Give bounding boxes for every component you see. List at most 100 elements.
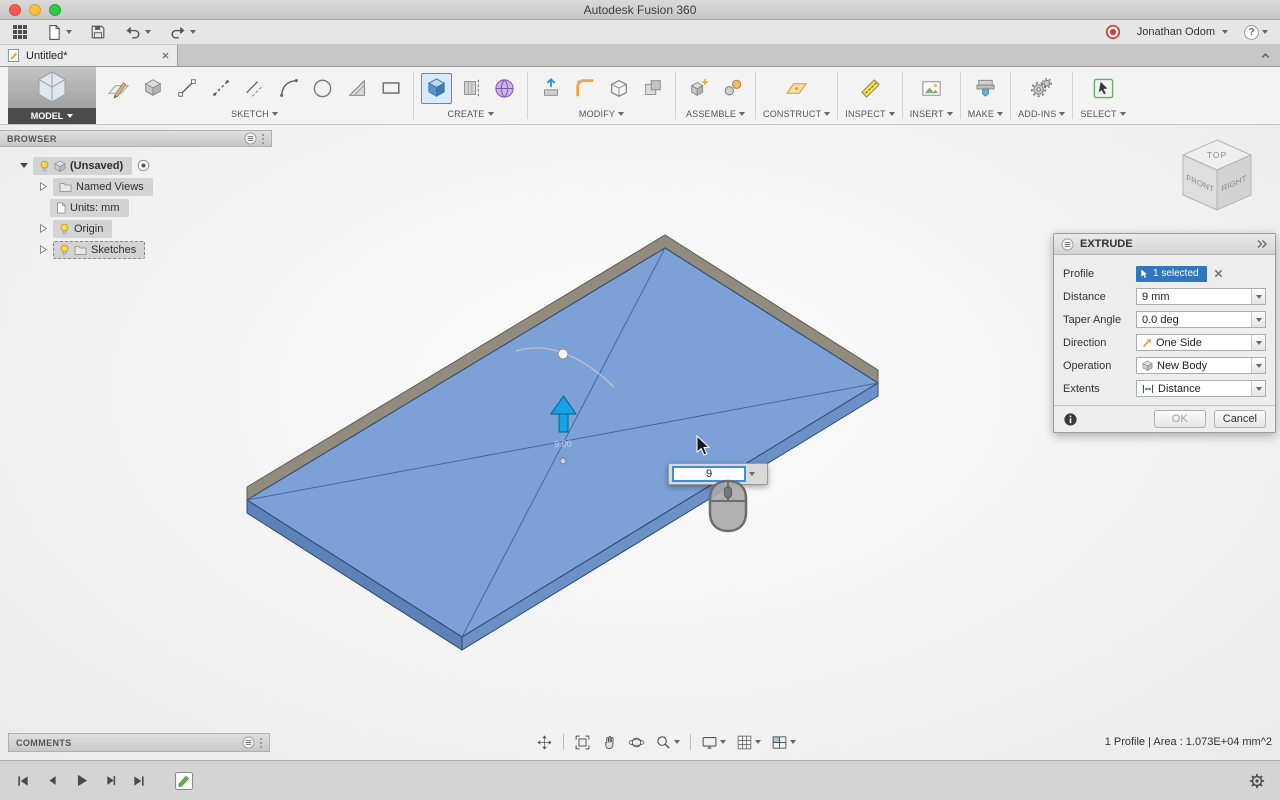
- visibility-bulb-icon[interactable]: [59, 244, 70, 256]
- new-component-tool-icon[interactable]: [683, 73, 714, 104]
- select-tool-icon[interactable]: [1088, 73, 1119, 104]
- direction-dropdown-icon[interactable]: [1251, 335, 1265, 350]
- circle-tool-icon[interactable]: [307, 73, 338, 104]
- assemble-menu[interactable]: ASSEMBLE: [686, 109, 746, 119]
- combine-tool-icon[interactable]: [637, 73, 668, 104]
- save-button[interactable]: [90, 24, 106, 40]
- view-cube[interactable]: TOP FRONT RIGHT: [1174, 133, 1260, 219]
- insert-menu[interactable]: INSERT: [910, 109, 953, 119]
- scripts-addins-tool-icon[interactable]: [1026, 73, 1057, 104]
- 3d-print-tool-icon[interactable]: [970, 73, 1001, 104]
- browser-display-settings-icon[interactable]: [244, 132, 257, 145]
- profile-selected-badge[interactable]: 1 selected: [1136, 265, 1207, 282]
- disclosure-closed-icon[interactable]: [38, 181, 48, 192]
- comments-grip-icon[interactable]: [260, 737, 262, 748]
- pan-button[interactable]: [532, 731, 557, 753]
- construction-line-tool-icon[interactable]: [205, 73, 236, 104]
- operation-select[interactable]: New Body: [1136, 357, 1266, 374]
- browser-item-origin[interactable]: Origin: [0, 218, 272, 239]
- comments-bar[interactable]: COMMENTS: [8, 733, 270, 752]
- ok-button[interactable]: OK: [1153, 410, 1206, 428]
- press-pull-tool-icon[interactable]: [535, 73, 566, 104]
- collapse-panel-chevron-icon[interactable]: [1259, 50, 1272, 61]
- sketch-menu[interactable]: SKETCH: [231, 109, 278, 119]
- disclosure-closed-icon[interactable]: [38, 223, 48, 234]
- window-close-button[interactable]: [9, 4, 21, 16]
- disclosure-closed-icon[interactable]: [38, 244, 48, 255]
- dialog-expand-chevrons-icon[interactable]: [1256, 239, 1268, 249]
- taper-angle-input[interactable]: 0.0 deg: [1136, 311, 1266, 328]
- construction-plane-tool-icon[interactable]: [781, 73, 812, 104]
- measure-tool-icon[interactable]: [855, 73, 886, 104]
- window-zoom-button[interactable]: [49, 4, 61, 16]
- comments-menu-icon[interactable]: [242, 736, 255, 749]
- sketch-primitive-box-icon[interactable]: [137, 73, 168, 104]
- extents-select[interactable]: Distance: [1136, 380, 1266, 397]
- fit-button[interactable]: [570, 731, 595, 753]
- timeline-go-to-start-button[interactable]: [12, 770, 34, 792]
- shell-tool-icon[interactable]: [603, 73, 634, 104]
- browser-grip-icon[interactable]: [262, 133, 264, 144]
- make-menu[interactable]: MAKE: [968, 109, 1004, 119]
- close-tab-icon[interactable]: [161, 51, 170, 60]
- app-grid-button[interactable]: [12, 24, 28, 40]
- fillet-tool-icon[interactable]: [569, 73, 600, 104]
- help-menu[interactable]: ?: [1244, 24, 1268, 40]
- insert-canvas-tool-icon[interactable]: [916, 73, 947, 104]
- distance-input[interactable]: 9 mm: [1136, 288, 1266, 305]
- direction-select[interactable]: One Side: [1136, 334, 1266, 351]
- taper-angle-dropdown-icon[interactable]: [1251, 312, 1265, 327]
- viewport[interactable]: 9.00 BROWSER (Unsaved) Named Views Units…: [0, 125, 1280, 760]
- sketch-dimension-icon[interactable]: [341, 73, 372, 104]
- window-minimize-button[interactable]: [29, 4, 41, 16]
- offset-line-tool-icon[interactable]: [239, 73, 270, 104]
- timeline-step-back-button[interactable]: [41, 770, 63, 792]
- browser-header[interactable]: BROWSER: [0, 130, 272, 147]
- browser-item-root[interactable]: (Unsaved): [0, 155, 272, 176]
- record-screencast-icon[interactable]: [1105, 24, 1121, 40]
- addins-menu[interactable]: ADD-INS: [1018, 109, 1066, 119]
- disclosure-open-icon[interactable]: [20, 163, 28, 168]
- revolve-tool-icon[interactable]: [455, 73, 486, 104]
- redo-button[interactable]: [169, 24, 196, 40]
- operation-dropdown-icon[interactable]: [1251, 358, 1265, 373]
- timeline-play-button[interactable]: [70, 770, 92, 792]
- extrude-dialog-titlebar[interactable]: EXTRUDE: [1054, 234, 1275, 255]
- active-document-tab[interactable]: Untitled*: [0, 45, 178, 66]
- grid-snaps-button[interactable]: [732, 731, 765, 753]
- construct-menu[interactable]: CONSTRUCT: [763, 109, 831, 119]
- line-tool-icon[interactable]: [171, 73, 202, 104]
- visibility-bulb-icon[interactable]: [59, 223, 70, 235]
- browser-item-sketches[interactable]: Sketches: [0, 239, 272, 260]
- create-sketch-icon[interactable]: [103, 73, 134, 104]
- dialog-menu-icon[interactable]: [1061, 237, 1074, 251]
- distance-flyout-dropdown-icon[interactable]: [749, 472, 755, 476]
- pan-hand-button[interactable]: [597, 731, 622, 753]
- timeline-step-forward-button[interactable]: [99, 770, 121, 792]
- zoom-button[interactable]: [651, 731, 684, 753]
- taper-angle-handle[interactable]: [557, 348, 569, 360]
- workspace-switcher[interactable]: MODEL: [8, 67, 96, 124]
- timeline-go-to-end-button[interactable]: [128, 770, 150, 792]
- visibility-bulb-icon[interactable]: [39, 160, 50, 172]
- create-form-tool-icon[interactable]: [489, 73, 520, 104]
- user-account-menu[interactable]: Jonathan Odom: [1137, 26, 1228, 38]
- select-menu[interactable]: SELECT: [1080, 109, 1126, 119]
- arc-tool-icon[interactable]: [273, 73, 304, 104]
- activate-component-radio-icon[interactable]: [137, 159, 150, 172]
- display-settings-button[interactable]: [697, 731, 730, 753]
- browser-item-named-views[interactable]: Named Views: [0, 176, 272, 197]
- clear-selection-icon[interactable]: [1213, 268, 1224, 279]
- timeline-sketch-feature[interactable]: [173, 770, 195, 792]
- new-design-button[interactable]: [46, 24, 72, 41]
- orbit-button[interactable]: [624, 731, 649, 753]
- rectangle-tool-icon[interactable]: [375, 73, 406, 104]
- extents-dropdown-icon[interactable]: [1251, 381, 1265, 396]
- cancel-button[interactable]: Cancel: [1213, 410, 1266, 428]
- distance-dropdown-icon[interactable]: [1251, 289, 1265, 304]
- create-menu[interactable]: CREATE: [447, 109, 494, 119]
- extrude-tool-icon[interactable]: [421, 72, 452, 104]
- inspect-menu[interactable]: INSPECT: [845, 109, 895, 119]
- undo-button[interactable]: [124, 24, 151, 40]
- viewports-button[interactable]: [767, 731, 800, 753]
